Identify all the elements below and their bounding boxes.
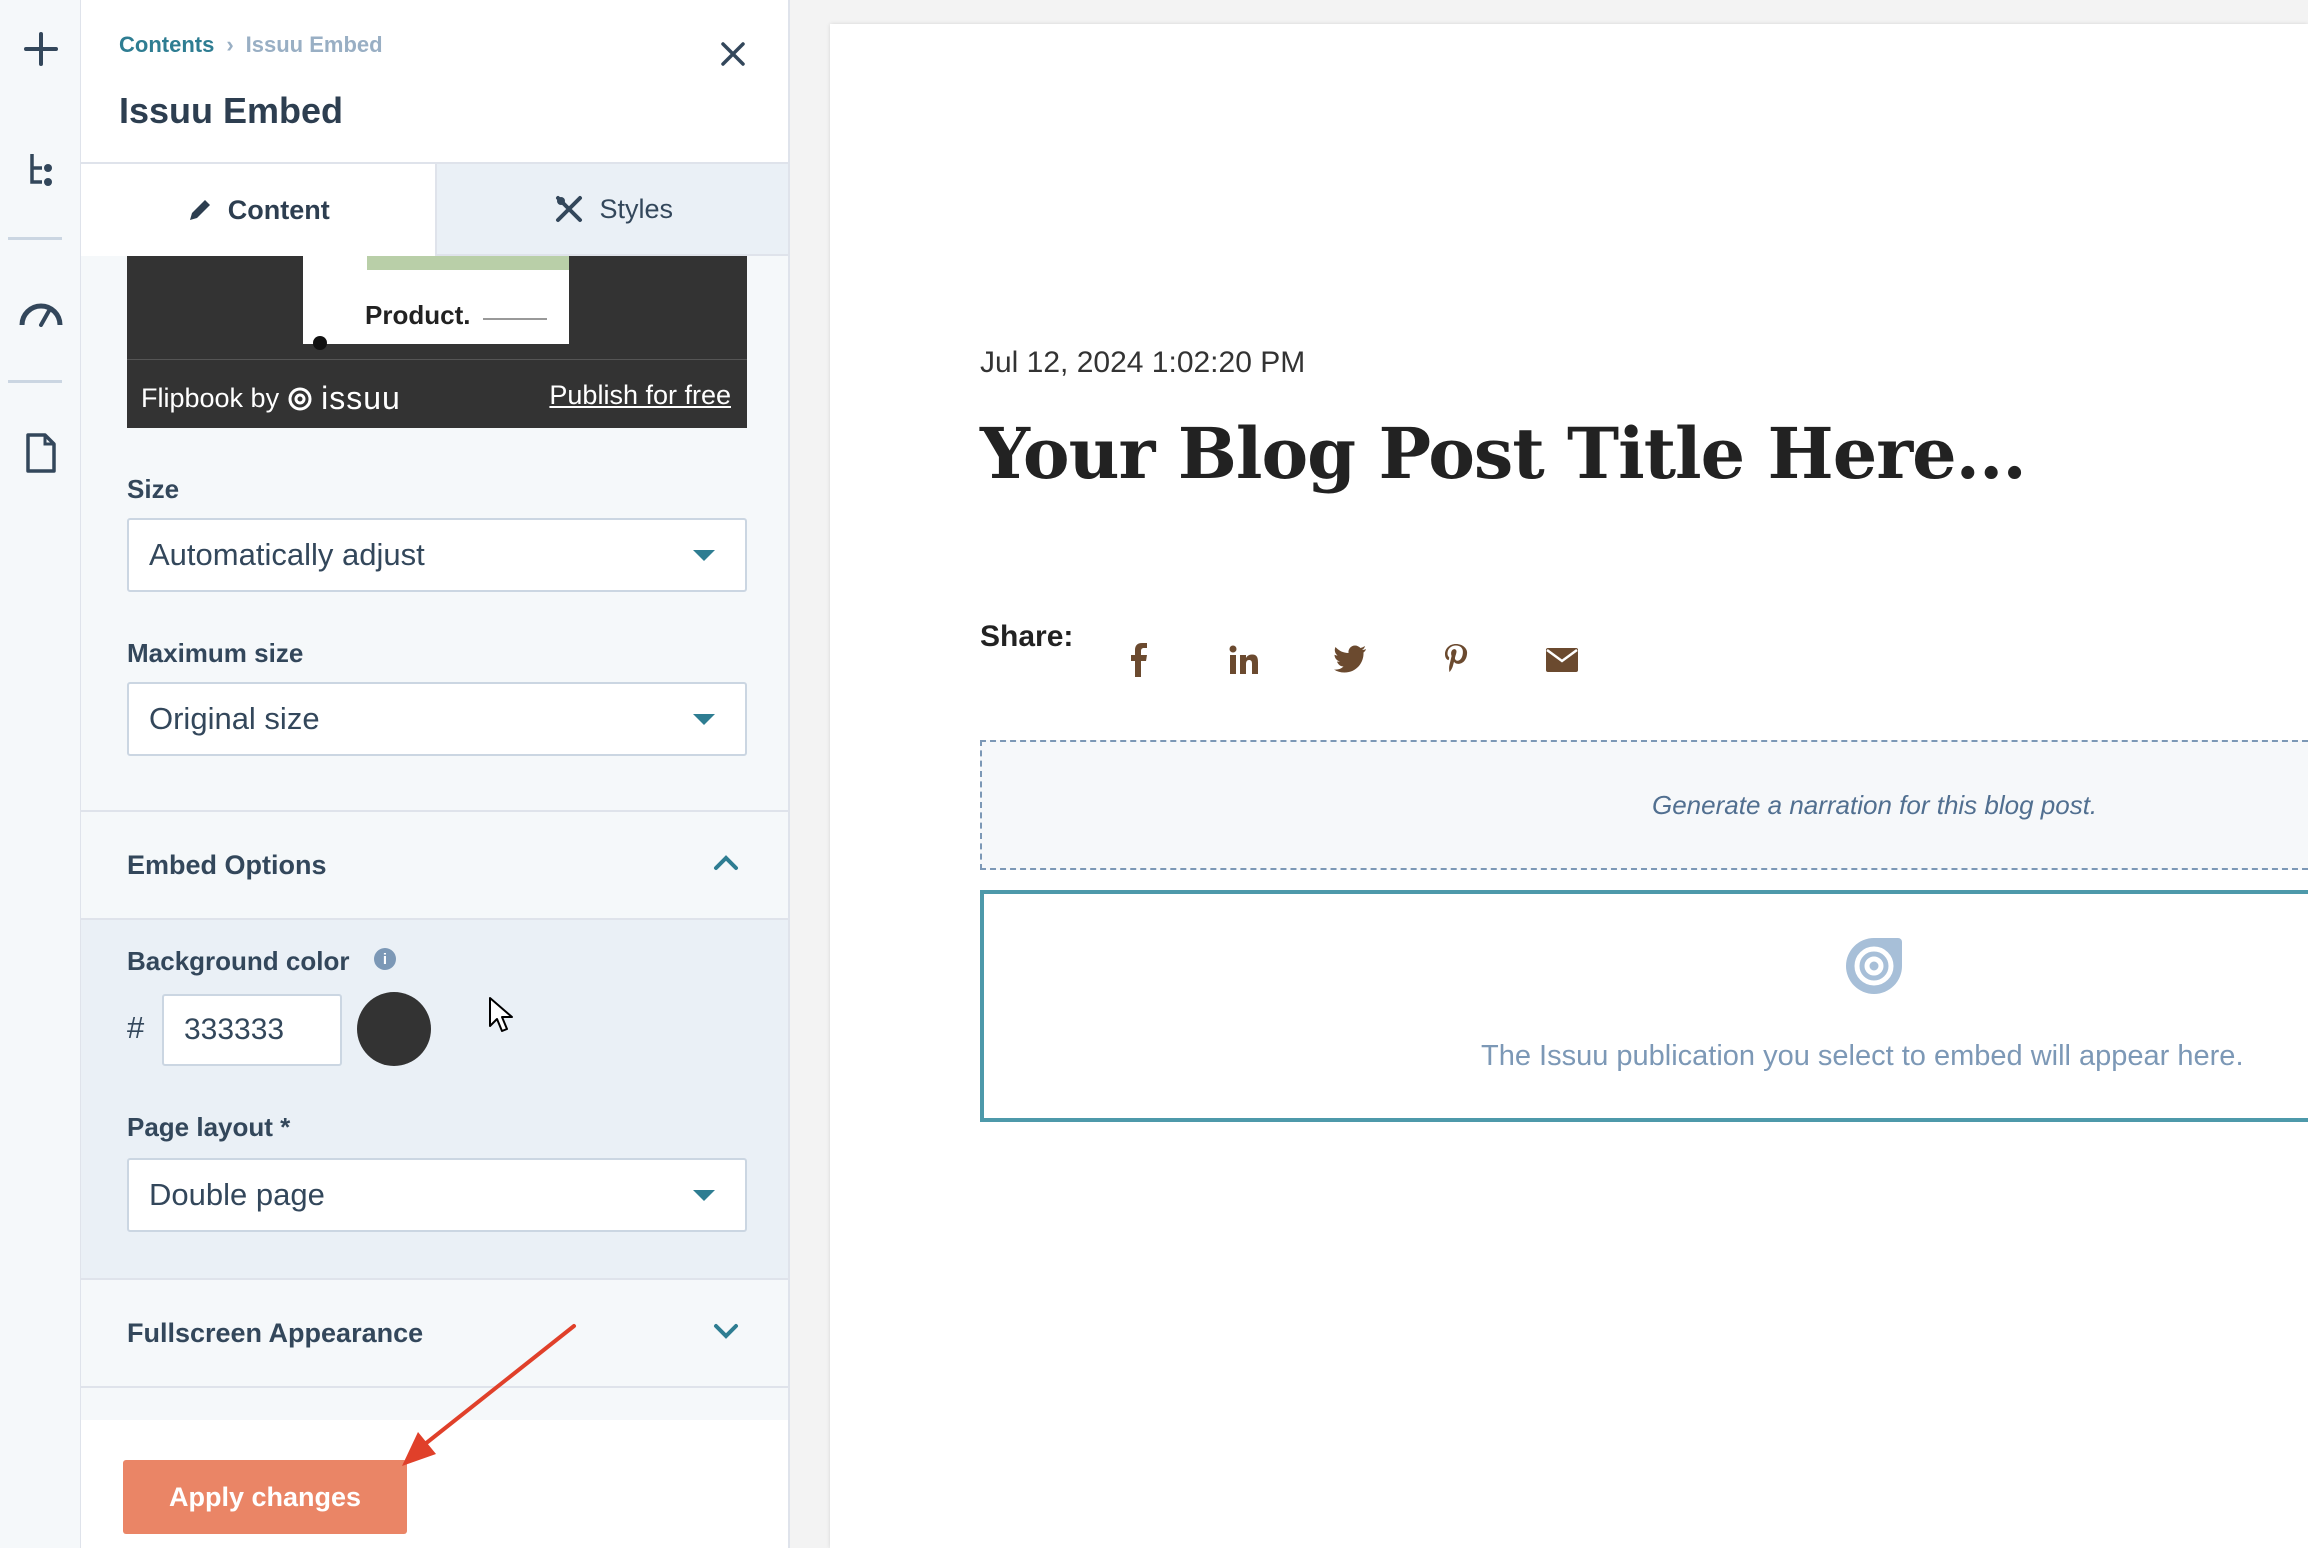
- facebook-icon[interactable]: [1118, 640, 1158, 680]
- gauge-icon[interactable]: [0, 292, 81, 332]
- color-swatch[interactable]: [357, 992, 431, 1066]
- flipbook-by-text: Flipbook by: [141, 383, 280, 413]
- mouse-cursor-icon: [489, 997, 513, 1032]
- chevron-down-icon: [693, 714, 715, 725]
- panel-footer: Apply changes: [81, 1420, 788, 1548]
- size-select[interactable]: Automatically adjust: [127, 518, 747, 592]
- page-text: Product.: [365, 300, 471, 330]
- embed-options-title: Embed Options: [127, 850, 327, 880]
- page-layout-select[interactable]: Double page: [127, 1158, 747, 1232]
- hash-prefix: #: [127, 1010, 145, 1045]
- max-size-select[interactable]: Original size: [127, 682, 747, 756]
- background-color-label: Background color: [127, 946, 350, 976]
- info-icon[interactable]: i: [374, 948, 396, 970]
- size-value: Automatically adjust: [149, 537, 425, 572]
- page-layout-value: Double page: [149, 1177, 325, 1212]
- issuu-brand: issuu: [321, 380, 401, 416]
- flipbook-preview: Product. Flipbook by issuu Publish for f…: [127, 256, 747, 428]
- tab-content-label: Content: [227, 194, 330, 225]
- chevron-down-icon: [714, 1324, 738, 1339]
- breadcrumb: Contents › Issuu Embed: [119, 32, 383, 58]
- size-label: Size: [127, 474, 180, 504]
- background-color-input[interactable]: 333333: [162, 994, 342, 1066]
- twitter-icon[interactable]: [1330, 640, 1370, 680]
- chevron-down-icon: [693, 550, 715, 561]
- issuu-logo-icon: [288, 387, 312, 410]
- rail-divider: [8, 237, 62, 240]
- page-canvas: Jul 12, 2024 1:02:20 PM Your Blog Post T…: [830, 24, 2308, 1548]
- email-icon[interactable]: [1542, 640, 1582, 680]
- panel-title: Issuu Embed: [119, 90, 344, 131]
- rail-divider: [8, 380, 62, 383]
- preview-divider: [127, 359, 747, 360]
- pinterest-icon[interactable]: [1436, 640, 1476, 680]
- fullscreen-appearance-title: Fullscreen Appearance: [127, 1318, 424, 1348]
- fullscreen-appearance-header[interactable]: Fullscreen Appearance: [81, 1278, 788, 1388]
- document-icon[interactable]: [0, 428, 81, 478]
- issuu-logo-icon: [1846, 938, 1902, 994]
- pencil-icon: [189, 200, 210, 220]
- max-size-label: Maximum size: [127, 638, 304, 668]
- module-settings-panel: Contents › Issuu Embed Issuu Embed Content…: [81, 0, 790, 1548]
- styles-icon: [556, 196, 583, 222]
- breadcrumb-current: Issuu Embed: [245, 32, 383, 57]
- issuu-embed-module[interactable]: The Issuu publication you select to embe…: [980, 890, 2308, 1122]
- page-progress-dot: [313, 336, 327, 350]
- left-rail: [0, 0, 81, 1548]
- page-image: [367, 256, 569, 270]
- post-date: Jul 12, 2024 1:02:20 PM: [980, 346, 1306, 379]
- max-size-value: Original size: [149, 701, 320, 736]
- linkedin-icon[interactable]: [1224, 640, 1264, 680]
- panel-header: Contents › Issuu Embed Issuu Embed: [81, 0, 788, 164]
- tab-styles-label: Styles: [599, 193, 674, 224]
- breadcrumb-contents[interactable]: Contents: [119, 32, 214, 57]
- tab-styles[interactable]: Styles: [434, 164, 788, 256]
- chevron-down-icon: [693, 1190, 715, 1201]
- page-line: [483, 318, 547, 320]
- share-label: Share:: [980, 620, 1074, 653]
- apply-changes-button[interactable]: Apply changes: [123, 1460, 407, 1534]
- plus-icon[interactable]: [0, 24, 81, 74]
- tab-content[interactable]: Content: [81, 164, 435, 256]
- narration-module[interactable]: Generate a narration for this blog post.: [980, 740, 2308, 870]
- panel-tabs: Content Styles: [81, 164, 788, 256]
- page-layout-label: Page layout *: [127, 1112, 291, 1142]
- chevron-up-icon: [714, 855, 738, 870]
- blog-post-title[interactable]: Your Blog Post Title Here...: [980, 412, 2027, 495]
- publish-for-free-link[interactable]: Publish for free: [549, 380, 731, 411]
- issuu-placeholder-text: The Issuu publication you select to embe…: [1481, 1040, 2244, 1072]
- breadcrumb-separator: ›: [226, 32, 234, 57]
- flipbook-credit: Flipbook by issuu: [141, 380, 401, 417]
- narration-text: Generate a narration for this blog post.: [1652, 790, 2098, 820]
- close-icon[interactable]: [713, 34, 753, 74]
- embed-options-header[interactable]: Embed Options: [81, 810, 788, 920]
- tree-icon[interactable]: [0, 148, 81, 192]
- background-color-value: 333333: [184, 1013, 285, 1046]
- flipbook-page: Product.: [303, 256, 569, 344]
